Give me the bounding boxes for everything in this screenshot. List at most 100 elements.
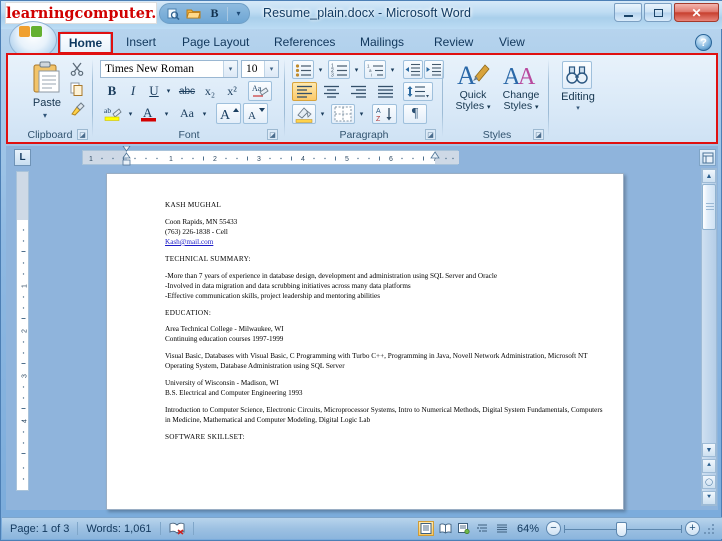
justify-icon[interactable] [373, 82, 398, 101]
line-spacing-icon[interactable] [403, 82, 433, 101]
chevron-down-icon[interactable]: ▾ [161, 104, 172, 123]
shrink-font-icon[interactable]: A [243, 103, 268, 124]
full-screen-reading-view-button[interactable] [437, 521, 453, 536]
styles-dialog-launcher[interactable]: ◪ [533, 129, 544, 140]
chevron-down-icon[interactable]: ▾ [223, 61, 237, 77]
zoom-in-button[interactable]: + [685, 521, 700, 536]
scroll-down-button[interactable]: ▼ [702, 443, 716, 457]
chevron-down-icon[interactable]: ▾ [264, 61, 278, 77]
grow-font-icon[interactable]: A [216, 103, 241, 124]
editing-binoculars-icon[interactable] [562, 61, 592, 89]
chevron-down-icon[interactable]: ▾ [230, 5, 247, 22]
cut-icon[interactable] [68, 60, 86, 78]
chevron-down-icon[interactable]: ▾ [163, 82, 174, 100]
chevron-down-icon[interactable]: ▾ [125, 104, 136, 123]
change-styles-button[interactable]: A A Change Styles ▾ [498, 59, 544, 125]
bold-quick-icon[interactable]: B [204, 5, 225, 23]
paste-icon[interactable] [32, 61, 62, 95]
zoom-level[interactable]: 64% [513, 523, 543, 535]
tab-home[interactable]: Home [60, 31, 111, 53]
sort-icon[interactable]: A Z [372, 104, 397, 124]
document-text[interactable]: KASH MUGHAL Coon Rapids, MN 55433 (763) … [165, 201, 603, 450]
proofing-errors-icon[interactable] [161, 520, 193, 537]
zoom-slider-thumb[interactable] [616, 521, 627, 537]
underline-button[interactable]: U [145, 82, 163, 100]
tab-review[interactable]: Review [425, 31, 482, 53]
paste-label[interactable]: Paste [24, 97, 70, 109]
format-painter-icon[interactable] [68, 100, 86, 118]
tab-page-layout[interactable]: Page Layout [173, 31, 258, 53]
align-center-icon[interactable] [319, 82, 344, 101]
chevron-down-icon[interactable]: ▾ [43, 111, 47, 120]
horizontal-ruler[interactable]: 1 1 2 3 4 5 6 7 [82, 146, 459, 166]
scrollbar-thumb[interactable] [702, 184, 716, 230]
italic-button[interactable]: I [124, 82, 142, 100]
chevron-down-icon[interactable]: ▾ [487, 104, 491, 111]
previous-page-button[interactable]: ⯅ [702, 459, 716, 473]
minimize-button[interactable] [614, 3, 642, 22]
chevron-down-icon[interactable]: ▾ [199, 104, 210, 123]
align-left-icon[interactable] [292, 82, 317, 101]
subscript-button[interactable]: x₂ [200, 82, 220, 100]
paragraph-dialog-launcher[interactable]: ◪ [425, 129, 436, 140]
increase-indent-icon[interactable] [424, 60, 444, 79]
tab-references[interactable]: References [265, 31, 344, 53]
show-formatting-marks-button[interactable]: ¶ [403, 104, 427, 124]
editing-label[interactable]: Editing [552, 91, 604, 103]
chevron-down-icon[interactable]: ▾ [315, 60, 326, 79]
font-dialog-launcher[interactable]: ◪ [267, 129, 278, 140]
bold-button[interactable]: B [103, 82, 121, 100]
chevron-down-icon[interactable]: ▾ [535, 104, 539, 111]
chevron-down-icon[interactable]: ▾ [552, 104, 604, 112]
scroll-up-button[interactable]: ▲ [702, 169, 716, 183]
quick-styles-button[interactable]: A Quick Styles ▾ [450, 59, 496, 125]
print-layout-view-button[interactable] [418, 521, 434, 536]
decrease-indent-icon[interactable] [403, 60, 423, 79]
tab-stop-selector-button[interactable]: L [14, 149, 31, 166]
change-case-button[interactable]: Aa [175, 104, 199, 123]
tab-insert[interactable]: Insert [117, 31, 165, 53]
strikethrough-button[interactable]: abc [176, 82, 198, 100]
multilevel-list-icon[interactable]: 1ai [364, 60, 386, 79]
text-highlight-icon[interactable]: ab [102, 104, 124, 123]
quick-access-toolbar[interactable]: B ▾ [159, 3, 250, 24]
numbering-icon[interactable]: 123 [328, 60, 350, 79]
font-name-combo[interactable]: Times New Roman ▾ [100, 60, 238, 78]
align-right-icon[interactable] [346, 82, 371, 101]
tab-view[interactable]: View [490, 31, 534, 53]
shading-icon[interactable] [292, 104, 316, 124]
zoom-out-button[interactable]: − [546, 521, 561, 536]
resume-email-link[interactable]: Kash@mail.com [165, 238, 213, 246]
font-color-icon[interactable]: A [138, 104, 160, 123]
view-ruler-button[interactable] [699, 149, 716, 166]
chevron-down-icon[interactable]: ▾ [387, 60, 398, 79]
clear-formatting-icon[interactable]: Aa [248, 81, 272, 101]
chevron-down-icon[interactable]: ▾ [317, 104, 328, 124]
font-size-combo[interactable]: 10 ▾ [241, 60, 279, 78]
web-layout-view-button[interactable] [456, 521, 472, 536]
word-count[interactable]: Words: 1,061 [78, 520, 159, 537]
bullets-icon[interactable] [292, 60, 314, 79]
help-icon[interactable]: ? [695, 34, 712, 51]
chevron-down-icon[interactable]: ▾ [351, 60, 362, 79]
select-browse-object-button[interactable]: ◯ [702, 475, 716, 489]
page-indicator[interactable]: Page: 1 of 3 [2, 520, 77, 537]
vertical-scrollbar[interactable]: ▲ ▼ ⯅ ◯ ⯆ [701, 168, 717, 506]
draft-view-button[interactable] [494, 521, 510, 536]
tab-mailings[interactable]: Mailings [351, 31, 413, 53]
print-preview-icon[interactable] [162, 5, 183, 23]
close-button[interactable]: ✕ [674, 3, 719, 22]
maximize-button[interactable] [644, 3, 672, 22]
outline-view-button[interactable] [475, 521, 491, 536]
borders-icon[interactable] [331, 104, 355, 124]
zoom-slider[interactable] [564, 521, 682, 537]
document-page[interactable]: KASH MUGHAL Coon Rapids, MN 55433 (763) … [106, 173, 624, 510]
superscript-button[interactable]: x² [222, 82, 242, 100]
copy-icon[interactable] [68, 80, 86, 98]
next-page-button[interactable]: ⯆ [702, 491, 716, 505]
chevron-down-icon[interactable]: ▾ [356, 104, 367, 124]
vertical-ruler[interactable]: 1 2 3 4 [16, 171, 29, 491]
open-folder-icon[interactable] [183, 5, 204, 23]
resize-grip[interactable] [703, 522, 715, 535]
clipboard-dialog-launcher[interactable]: ◪ [77, 129, 88, 140]
